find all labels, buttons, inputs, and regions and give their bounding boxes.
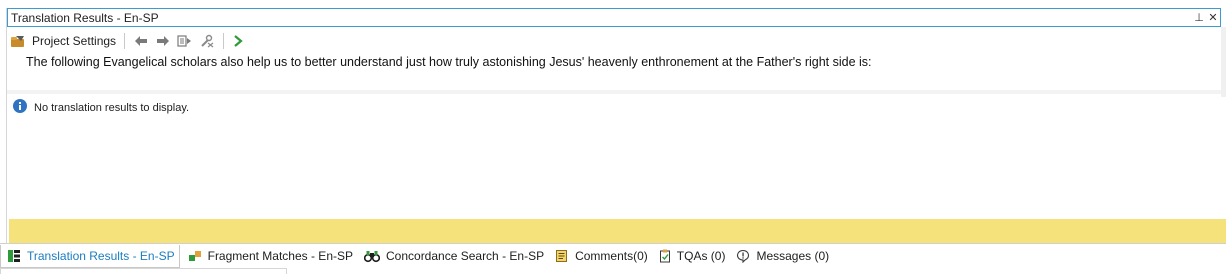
project-settings-button[interactable]: Project Settings	[7, 31, 119, 51]
project-settings-icon	[10, 34, 26, 48]
tab-comments[interactable]: Comments(0)	[549, 245, 651, 267]
tab-label: Fragment Matches - En-SP	[207, 249, 353, 263]
tab-translation-results[interactable]: Translation Results - En-SP	[0, 244, 180, 268]
tab-fragment-matches[interactable]: Fragment Matches - En-SP	[182, 245, 356, 267]
status-highlight-bar	[9, 219, 1226, 243]
project-settings-label: Project Settings	[32, 34, 117, 48]
fragment-matches-icon	[188, 249, 208, 263]
tab-messages[interactable]: Messages (0)	[730, 245, 832, 267]
tab-label: Concordance Search - En-SP	[386, 249, 545, 263]
source-segment-text: The following Evangelical scholars also …	[26, 55, 872, 69]
tab-tqas[interactable]: TQAs (0)	[653, 245, 729, 267]
tab-label: Comments(0)	[575, 249, 648, 263]
binoculars-icon	[364, 249, 386, 263]
toolbar-separator	[223, 33, 225, 49]
bottom-tab-strip: Translation Results - En-SP Fragment Mat…	[0, 243, 1226, 268]
empty-results-message: No translation results to display.	[34, 101, 190, 114]
tab-concordance-search[interactable]: Concordance Search - En-SP	[358, 245, 547, 267]
tqa-icon	[659, 249, 677, 263]
translation-results-panel: Translation Results - En-SP ⊥ ✕ Project …	[6, 8, 1226, 243]
play-icon	[232, 34, 244, 48]
next-button[interactable]	[152, 31, 174, 51]
tools-icon	[199, 34, 215, 48]
pin-icon[interactable]: ⊥	[1192, 11, 1206, 24]
arrow-right-icon	[155, 34, 171, 48]
apply-icon	[177, 34, 193, 48]
tab-label: Translation Results - En-SP	[27, 248, 175, 263]
messages-icon	[736, 249, 756, 263]
arrow-left-icon	[133, 34, 149, 48]
translation-results-icon	[7, 249, 27, 263]
comments-icon	[555, 249, 575, 263]
toolbar: Project Settings	[7, 30, 1221, 52]
toolbar-separator	[124, 33, 126, 49]
panel-title-bar[interactable]: Translation Results - En-SP ⊥ ✕	[7, 8, 1221, 27]
source-divider	[7, 90, 1221, 94]
info-icon	[13, 99, 27, 116]
tools-button[interactable]	[196, 31, 218, 51]
run-button[interactable]	[229, 31, 247, 51]
close-icon[interactable]: ✕	[1206, 11, 1220, 24]
vertical-scrollbar[interactable]	[1221, 27, 1226, 97]
tab-label: Messages (0)	[756, 249, 830, 263]
previous-button[interactable]	[130, 31, 152, 51]
lower-panel-edge	[0, 268, 287, 274]
tab-label: TQAs (0)	[676, 249, 726, 263]
empty-results-notice: No translation results to display.	[13, 99, 189, 116]
apply-translation-button[interactable]	[174, 31, 196, 51]
panel-title: Translation Results - En-SP	[11, 10, 159, 25]
